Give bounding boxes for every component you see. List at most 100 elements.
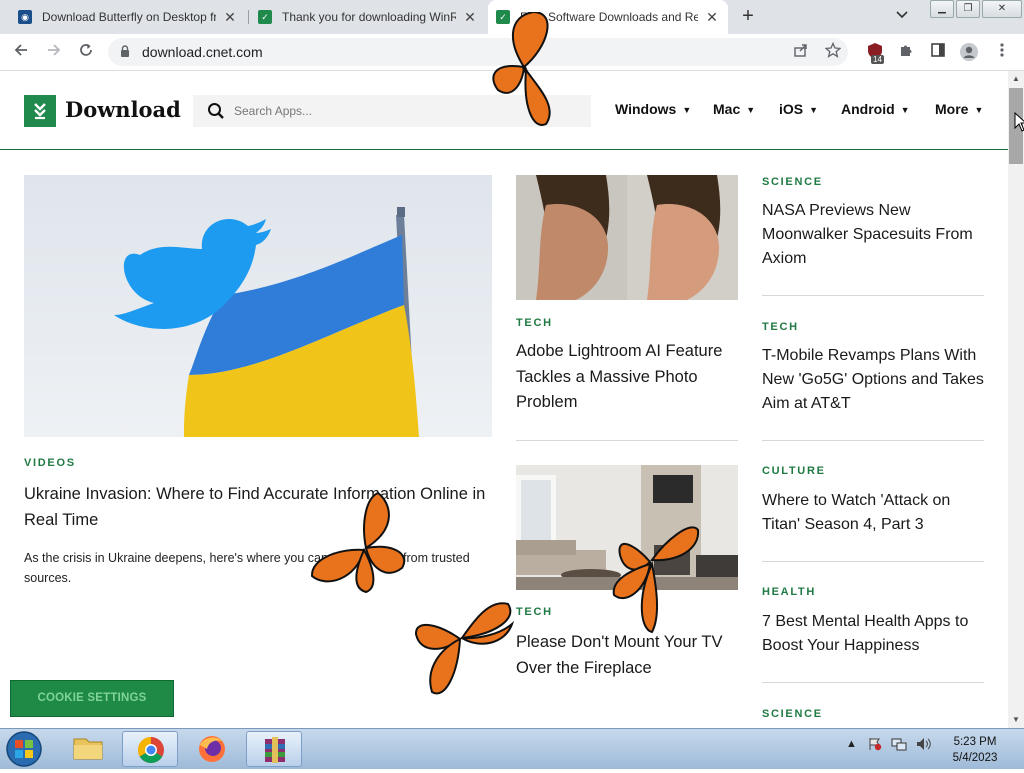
nav-label: Android: [841, 101, 895, 117]
nav-ios[interactable]: iOS ▼: [779, 101, 818, 117]
tab-download-butterfly[interactable]: ◉ Download Butterfly on Desktop fr ✕: [10, 0, 246, 34]
reload-icon[interactable]: [76, 42, 96, 62]
minimize-button[interactable]: ▁: [930, 0, 954, 18]
tab-title: Thank you for downloading WinR: [282, 10, 456, 24]
back-arrow-icon[interactable]: [11, 42, 31, 62]
tab-separator: [248, 10, 249, 24]
forward-arrow-icon[interactable]: [44, 42, 64, 62]
extension-badge: 14: [871, 55, 884, 64]
system-tray: ▲: [846, 737, 932, 751]
file-explorer-taskbar-button[interactable]: [60, 731, 116, 767]
article-headline[interactable]: Adobe Lightroom AI Feature Tackles a Mas…: [516, 339, 741, 416]
search-placeholder: Search Apps...: [234, 104, 313, 118]
winrar-taskbar-button[interactable]: [246, 731, 302, 767]
restore-button[interactable]: ❐: [956, 0, 980, 18]
article-headline[interactable]: Where to Watch 'Attack on Titan' Season …: [762, 489, 984, 537]
webpage: Download Search Apps... Windows ▼ Mac ▼ iO…: [0, 71, 1008, 728]
caret-down-icon: ▼: [746, 105, 756, 115]
url-text[interactable]: download.cnet.com: [142, 44, 263, 60]
download-logo-icon[interactable]: [24, 95, 56, 127]
profile-avatar-icon[interactable]: [959, 42, 979, 62]
article-headline[interactable]: NASA Previews New Moonwalker Spacesuits …: [762, 199, 984, 271]
lightroom-article-image[interactable]: [516, 175, 738, 300]
caret-down-icon: ▼: [682, 105, 692, 115]
article-headline[interactable]: Please Don't Mount Your TV Over the Fire…: [516, 629, 741, 681]
feature-article-image[interactable]: [24, 175, 492, 437]
tab-search-chevron-icon[interactable]: [896, 8, 908, 22]
close-window-button[interactable]: ✕: [982, 0, 1022, 18]
show-hidden-icons-icon[interactable]: ▲: [846, 738, 857, 750]
page-scrollbar[interactable]: ▲ ▼: [1008, 71, 1024, 728]
header-divider: [0, 149, 1008, 150]
tab-free-software-downloads[interactable]: ✓ Free Software Downloads and Re ✕: [488, 0, 728, 34]
scroll-up-arrow-icon[interactable]: ▲: [1008, 71, 1024, 87]
taskbar-clock[interactable]: 5:23 PM 5/4/2023: [940, 734, 1010, 766]
nav-android[interactable]: Android ▼: [841, 101, 910, 117]
window-controls: ▁ ❐ ✕: [928, 0, 1022, 18]
article-kicker[interactable]: SCIENCE: [762, 176, 823, 188]
winrar-icon: [265, 737, 285, 763]
volume-icon[interactable]: [916, 737, 932, 751]
firefox-taskbar-button[interactable]: [184, 731, 240, 767]
fireplace-article-image[interactable]: [516, 465, 738, 590]
extensions-puzzle-icon[interactable]: [896, 42, 916, 62]
nav-label: iOS: [779, 101, 804, 117]
article-headline[interactable]: T-Mobile Revamps Plans With New 'Go5G' O…: [762, 344, 987, 416]
search-apps-input[interactable]: Search Apps...: [193, 95, 591, 127]
divider: [762, 682, 984, 683]
tab-thank-you-winrar[interactable]: ✓ Thank you for downloading WinR ✕: [250, 0, 486, 34]
article-kicker[interactable]: TECH: [516, 317, 553, 329]
divider: [762, 440, 984, 441]
divider: [516, 440, 738, 441]
nav-label: Windows: [615, 101, 677, 117]
nav-more[interactable]: More ▼: [935, 101, 983, 117]
browser-toolbar: download.cnet.com 14: [0, 34, 1024, 71]
divider: [762, 295, 984, 296]
scroll-down-arrow-icon[interactable]: ▼: [1008, 712, 1024, 728]
nav-windows[interactable]: Windows ▼: [615, 101, 691, 117]
caret-down-icon: ▼: [900, 105, 910, 115]
article-kicker[interactable]: HEALTH: [762, 586, 816, 598]
kebab-menu-icon[interactable]: [992, 42, 1012, 62]
mouse-cursor-icon: [1014, 112, 1024, 132]
windows-taskbar: ▲ 5:23 PM 5/4/2023: [0, 728, 1024, 769]
share-icon[interactable]: [791, 42, 811, 62]
close-icon[interactable]: ✕: [704, 9, 720, 26]
chrome-taskbar-button[interactable]: [122, 731, 178, 767]
firefox-icon: [199, 736, 225, 762]
address-bar[interactable]: download.cnet.com: [108, 38, 848, 66]
side-panel-icon[interactable]: [928, 42, 948, 62]
feature-kicker[interactable]: VIDEOS: [24, 457, 76, 469]
nav-label: Mac: [713, 101, 741, 117]
nav-mac[interactable]: Mac ▼: [713, 101, 755, 117]
site-logo-text[interactable]: Download: [65, 97, 181, 122]
article-headline[interactable]: 7 Best Mental Health Apps to Boost Your …: [762, 610, 984, 658]
start-button[interactable]: [4, 730, 44, 768]
clock-date: 5/4/2023: [952, 752, 998, 764]
close-icon[interactable]: ✕: [462, 9, 478, 26]
download-favicon-icon: ✓: [496, 10, 510, 24]
nav-label: More: [935, 101, 969, 117]
webpage-favicon-icon: ◉: [18, 10, 32, 24]
action-center-flag-icon[interactable]: [868, 737, 882, 751]
article-kicker[interactable]: TECH: [762, 321, 799, 333]
feature-description: As the crisis in Ukraine deepens, here's…: [24, 551, 470, 585]
network-icon[interactable]: [891, 737, 907, 751]
extension-shield-icon[interactable]: 14: [865, 42, 885, 64]
article-kicker[interactable]: TECH: [516, 606, 553, 618]
new-tab-button[interactable]: +: [738, 6, 758, 26]
browser-tab-strip: ◉ Download Butterfly on Desktop fr ✕ ✓ T…: [0, 0, 1024, 34]
feature-headline[interactable]: Ukraine Invasion: Where to Find Accurate…: [24, 481, 494, 533]
divider: [762, 561, 984, 562]
search-icon: [208, 103, 224, 119]
chrome-icon: [137, 736, 164, 764]
cookie-settings-button[interactable]: COOKIE SETTINGS: [10, 680, 174, 717]
close-icon[interactable]: ✕: [222, 9, 238, 26]
download-favicon-icon: ✓: [258, 10, 272, 24]
tab-title: Free Software Downloads and Re: [520, 10, 698, 24]
article-kicker[interactable]: SCIENCE: [762, 708, 823, 720]
clock-time: 5:23 PM: [953, 736, 997, 748]
lock-icon[interactable]: [120, 45, 130, 57]
bookmark-star-icon[interactable]: [823, 41, 843, 62]
article-kicker[interactable]: CULTURE: [762, 465, 826, 477]
